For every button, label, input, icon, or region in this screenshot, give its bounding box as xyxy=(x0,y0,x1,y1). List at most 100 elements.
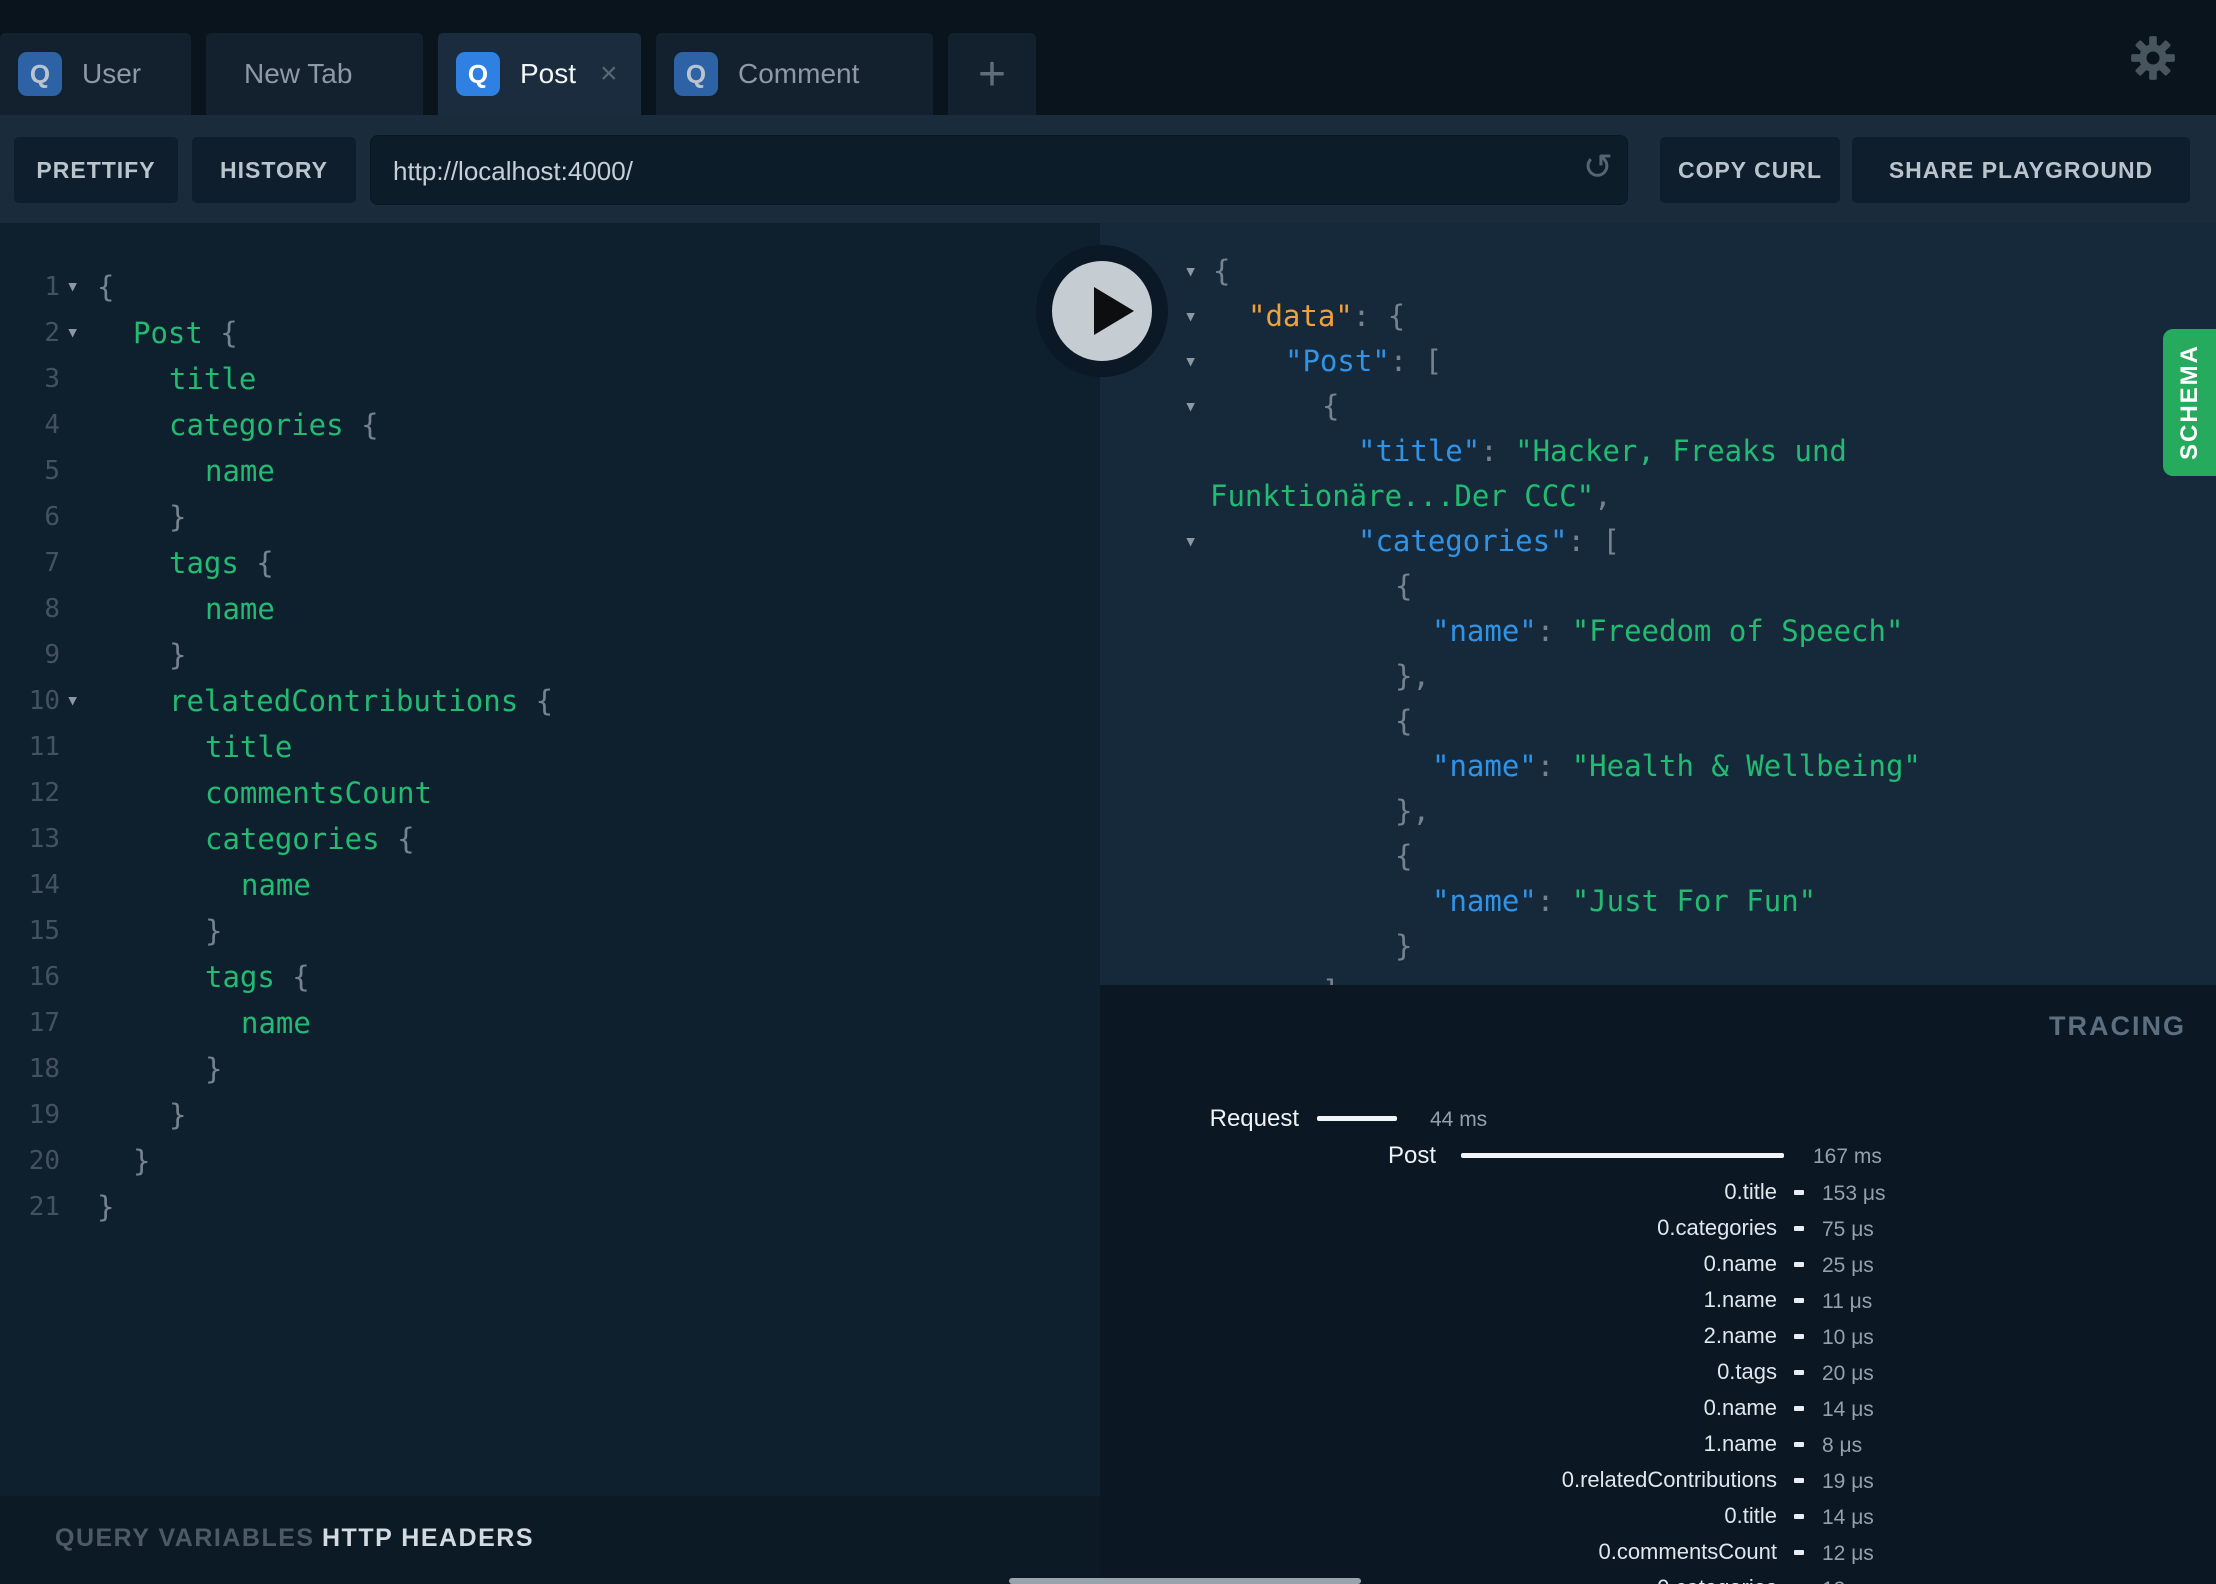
tracing-row: 1.name 8 μs xyxy=(1100,1430,2216,1460)
editor-line: 6} xyxy=(0,494,1100,540)
line-number: 6 xyxy=(44,502,60,532)
code-text: } xyxy=(133,1138,150,1184)
tab-post[interactable]: Q Post × xyxy=(438,33,641,115)
code-token: "Freedom of Speech" xyxy=(1571,614,1904,648)
editor-line: 8 name xyxy=(0,586,1100,632)
code-token: name xyxy=(205,592,275,626)
editor-line: 3 title xyxy=(0,356,1100,402)
code-token: title xyxy=(205,730,293,764)
code-token: : xyxy=(1536,884,1572,918)
tracing-duration-bar xyxy=(1794,1478,1804,1483)
tracing-row: 0.categories 75 μs xyxy=(1100,1214,2216,1244)
response-viewer[interactable]: ▾{▾ "data": {▾ "Post": [▾{"title": "Hacker… xyxy=(1100,223,2216,985)
fold-arrow-icon[interactable]: ▾ xyxy=(1184,384,1197,429)
response-line: ▾ "categories": [ xyxy=(1100,519,2216,564)
code-text: } xyxy=(169,632,186,678)
tracing-duration-value: 10 μs xyxy=(1822,1326,1874,1349)
code-token: [ xyxy=(1424,344,1443,378)
code-token: name xyxy=(241,868,311,902)
prettify-button[interactable]: PRETTIFY xyxy=(14,137,178,203)
response-line: { xyxy=(1100,834,2216,879)
history-button[interactable]: HISTORY xyxy=(192,137,356,203)
query-variables-tab[interactable]: QUERY VARIABLES xyxy=(55,1524,315,1553)
editor-line: 14 name xyxy=(0,862,1100,908)
execute-query-button[interactable] xyxy=(1036,245,1168,377)
line-number: 10 xyxy=(28,686,60,716)
editor-line: 10 ▾ relatedContributions { xyxy=(0,678,1100,724)
line-number: 20 xyxy=(28,1146,60,1176)
line-number: 12 xyxy=(28,778,60,808)
line-number: 1 xyxy=(44,272,60,302)
editor-bottom-bar: QUERY VARIABLES HTTP HEADERS xyxy=(0,1496,1100,1584)
code-token: "title" xyxy=(1358,434,1481,468)
code-text: { xyxy=(1322,384,1339,429)
fold-arrow-icon[interactable]: ▾ xyxy=(1184,519,1197,564)
editor-line: 4 categories { xyxy=(0,402,1100,448)
code-token: { xyxy=(1395,569,1413,603)
schema-tab-label: SCHEMA xyxy=(2175,344,2203,461)
fold-arrow-icon[interactable]: ▾ xyxy=(1184,339,1197,384)
code-text: name xyxy=(205,448,275,494)
share-playground-button[interactable]: SHARE PLAYGROUND xyxy=(1852,137,2190,203)
play-button-circle xyxy=(1052,261,1152,361)
code-text: tags { xyxy=(205,954,310,1000)
new-tab-button[interactable]: + xyxy=(948,33,1036,115)
tracing-row: 2.name 10 μs xyxy=(1100,1322,2216,1352)
code-text: name xyxy=(241,862,311,908)
response-line: ▾{ xyxy=(1100,384,2216,429)
copy-curl-button[interactable]: COPY CURL xyxy=(1660,137,1840,203)
editor-line: 20} xyxy=(0,1138,1100,1184)
code-text: title xyxy=(169,356,256,402)
line-number: 14 xyxy=(28,870,60,900)
code-text: } xyxy=(205,1046,222,1092)
code-text: "data": { xyxy=(1248,294,1405,339)
code-token: } xyxy=(169,638,187,672)
response-line: ▾ "data": { xyxy=(1100,294,2216,339)
tabs-container: Q User New Tab Q Post × Q Comment + xyxy=(0,33,1036,115)
response-lines: ▾{▾ "data": {▾ "Post": [▾{"title": "Hacker… xyxy=(1100,249,2216,985)
tab-comment[interactable]: Q Comment xyxy=(656,33,933,115)
code-text: } xyxy=(205,908,222,954)
fold-arrow-icon[interactable]: ▾ xyxy=(66,678,79,724)
fold-arrow-icon[interactable]: ▾ xyxy=(66,310,79,356)
refresh-endpoint-icon[interactable]: ↺ xyxy=(1583,146,1613,188)
fold-arrow-icon[interactable]: ▾ xyxy=(66,264,79,310)
tracing-duration-bar xyxy=(1794,1406,1804,1411)
tracing-duration-bar xyxy=(1794,1514,1804,1519)
horizontal-scrollbar-thumb[interactable] xyxy=(1009,1578,1361,1584)
endpoint-url-input[interactable] xyxy=(391,136,1555,206)
code-token: categories xyxy=(169,408,344,442)
tracing-row: Request 44 ms xyxy=(1100,1104,2216,1134)
schema-side-tab[interactable]: SCHEMA xyxy=(2163,329,2216,476)
editor-line: 7 tags { xyxy=(0,540,1100,586)
tab-new-tab[interactable]: New Tab xyxy=(206,33,423,115)
code-token: : xyxy=(1389,344,1425,378)
line-number: 5 xyxy=(44,456,60,486)
response-line: ▾{ xyxy=(1100,249,2216,294)
tracing-duration-bar xyxy=(1317,1116,1397,1121)
tab-label: Post xyxy=(520,58,577,89)
close-tab-icon[interactable]: × xyxy=(600,59,618,89)
settings-gear-icon[interactable] xyxy=(2130,35,2176,81)
line-number: 16 xyxy=(28,962,60,992)
tracing-duration-value: 14 μs xyxy=(1822,1506,1874,1529)
query-badge: Q xyxy=(18,52,62,96)
tracing-duration-bar xyxy=(1794,1190,1804,1195)
editor-line: 16 tags { xyxy=(0,954,1100,1000)
code-token: { xyxy=(97,270,115,304)
query-editor[interactable]: 1 ▾{2 ▾ Post {3 title 4 categories {5 name 6} 7 ta… xyxy=(0,223,1100,1496)
line-number: 8 xyxy=(44,594,60,624)
tab-user[interactable]: Q User xyxy=(0,33,191,115)
editor-line: 17 name xyxy=(0,1000,1100,1046)
code-token: categories xyxy=(205,822,380,856)
fold-arrow-icon[interactable]: ▾ xyxy=(1184,294,1197,339)
tracing-row: 0.title 14 μs xyxy=(1100,1502,2216,1532)
code-text: commentsCount xyxy=(205,770,432,816)
http-headers-tab[interactable]: HTTP HEADERS xyxy=(322,1524,534,1553)
code-token: { xyxy=(1213,254,1231,288)
fold-arrow-icon[interactable]: ▾ xyxy=(1184,249,1197,294)
code-token: { xyxy=(1395,704,1413,738)
response-line: "title": "Hacker, Freaks und xyxy=(1100,429,2216,474)
code-token: "data" xyxy=(1248,299,1353,333)
code-token: } xyxy=(169,1098,187,1132)
